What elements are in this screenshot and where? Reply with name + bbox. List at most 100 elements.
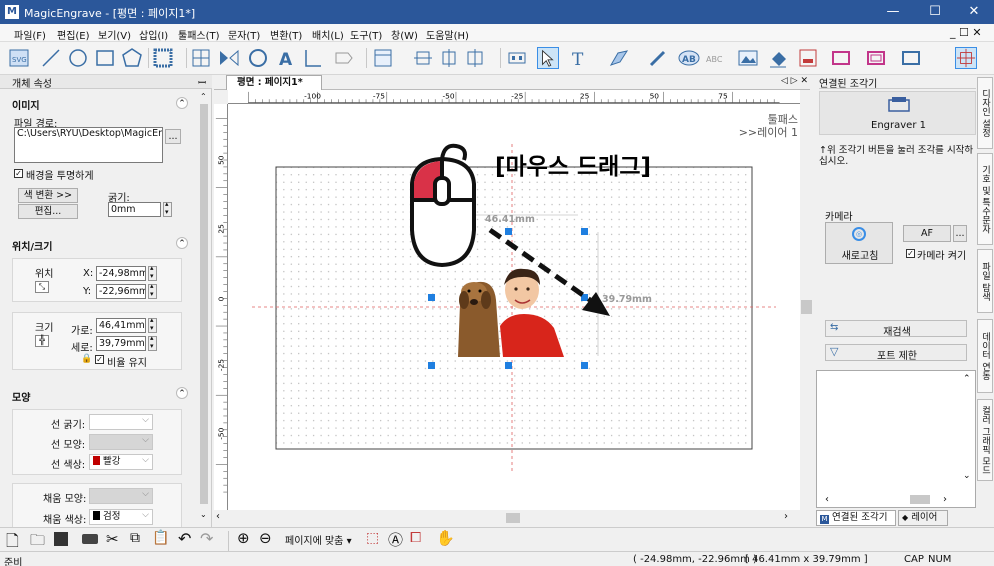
abc-text-icon[interactable]: ABC [705, 47, 727, 69]
barcode-tool-icon[interactable] [152, 47, 174, 69]
ab-text-icon[interactable]: AB [678, 47, 700, 69]
camera-options-button[interactable]: ... [953, 225, 967, 242]
menu-arrange[interactable]: 배치(L) [312, 27, 344, 42]
group-icon[interactable] [506, 47, 528, 69]
x-spinner[interactable] [148, 264, 157, 281]
pin-icon[interactable]: ꟷ [198, 75, 206, 89]
y-spinner[interactable] [148, 282, 157, 299]
frame-2-icon[interactable] [865, 47, 887, 69]
distribute-icon[interactable] [464, 47, 486, 69]
size-anchor-icon[interactable]: ╬ [35, 335, 49, 347]
fill-color-dropdown[interactable]: 검정 [89, 508, 153, 525]
line-tool-icon[interactable] [40, 47, 62, 69]
line-color-dropdown[interactable]: 빨강 [89, 453, 153, 470]
zoom-all-icon[interactable]: Ⓐ [388, 529, 403, 550]
list-scroll-left-icon[interactable]: ‹ [825, 494, 829, 505]
frame-1-icon[interactable] [830, 47, 852, 69]
crosshair-icon[interactable] [955, 47, 977, 69]
list-scroll-right-icon[interactable]: › [943, 494, 947, 505]
minimize-button[interactable]: — [873, 0, 913, 24]
rectangle-tool-icon[interactable] [94, 47, 116, 69]
x-field[interactable]: -24,98mm [96, 266, 146, 281]
canvas-vertical-scrollbar[interactable] [800, 90, 813, 510]
fill-pattern-icon[interactable] [608, 47, 630, 69]
align-left-icon[interactable] [412, 47, 434, 69]
copy-icon[interactable]: ⧉ [130, 530, 140, 546]
height-spinner[interactable] [148, 334, 157, 351]
engrave-icon[interactable] [797, 47, 819, 69]
pan-hand-icon[interactable]: ✋ [436, 529, 455, 547]
shape-tool-icon[interactable] [333, 47, 355, 69]
ellipse-tool-icon[interactable] [67, 47, 89, 69]
image-icon[interactable] [737, 47, 759, 69]
menu-edit[interactable]: 편집(E) [57, 27, 90, 42]
eraser-icon[interactable] [767, 47, 789, 69]
pen-tool-icon[interactable] [647, 47, 669, 69]
canvas-horizontal-scrollbar[interactable]: ‹ › [214, 510, 800, 526]
grid-tool-icon[interactable] [190, 47, 212, 69]
print-icon[interactable] [82, 534, 98, 544]
close-button[interactable]: ✕ [954, 0, 994, 24]
tab-symbols[interactable]: 기호 및 특수문자 [977, 153, 993, 245]
width-spinner[interactable] [148, 316, 157, 333]
table-tool-icon[interactable] [372, 47, 394, 69]
list-scroll-down-icon[interactable]: ⌄ [963, 471, 971, 481]
tab-connected-engravers[interactable]: M 연결된 조각기 [816, 510, 896, 526]
file-path-field[interactable]: C:\Users\RYU\Desktop\MagicEngrave\BOY.jp… [14, 127, 163, 163]
engraver-1-button[interactable]: Engraver 1 [819, 91, 976, 135]
collapse-shape-icon[interactable]: ⌃ [176, 387, 188, 399]
line-shape-dropdown[interactable] [89, 433, 153, 450]
paste-icon[interactable]: 📋 [152, 530, 169, 546]
tab-page1[interactable]: 평면 : 페이지1* [226, 75, 322, 90]
camera-on-checkbox[interactable]: ✓ [906, 249, 915, 258]
angle-tool-icon[interactable] [302, 47, 324, 69]
zoom-page-icon[interactable]: ⧠ [410, 530, 421, 546]
redo-icon[interactable]: ↷ [200, 529, 213, 548]
text-tool-icon[interactable]: T [568, 47, 590, 69]
rescan-button[interactable]: ⇆ 재검색 [825, 320, 967, 338]
anchor-point-icon[interactable]: ⤡ [35, 281, 49, 293]
left-panel-scrollbar[interactable]: ⌃ ⌄ [198, 90, 210, 522]
polygon-tool-icon[interactable] [121, 47, 143, 69]
maximize-button[interactable]: ☐ [915, 0, 955, 24]
menu-file[interactable]: 파일(F) [14, 27, 46, 42]
collapse-position-icon[interactable]: ⌃ [176, 237, 188, 249]
transparent-bg-checkbox[interactable]: ✓ [14, 169, 23, 178]
undo-icon[interactable]: ↶ [178, 529, 191, 548]
tab-color-graphic-mode[interactable]: 컬러 그래픽 모드 [977, 399, 993, 481]
list-scroll-up-icon[interactable]: ⌃ [963, 374, 971, 384]
menu-text[interactable]: 문자(T) [228, 27, 260, 42]
rotate-tool-icon[interactable] [247, 47, 269, 69]
cut-icon[interactable]: ✂ [106, 530, 119, 548]
collapse-image-icon[interactable]: ⌃ [176, 97, 188, 109]
fill-shape-dropdown[interactable] [89, 487, 153, 504]
port-limit-button[interactable]: ▽ 포트 제한 [825, 344, 967, 362]
zoom-in-icon[interactable]: ⊕ [237, 529, 250, 547]
menu-insert[interactable]: 삽입(I) [139, 27, 168, 42]
tab-data-link[interactable]: 데이터 연동 [977, 319, 993, 393]
y-field[interactable]: -22,96mm [96, 284, 146, 299]
thickness-spinner[interactable] [163, 200, 172, 217]
refresh-button[interactable]: ◎ 새로고침 [825, 222, 893, 264]
keep-ratio-checkbox[interactable]: ✓ [95, 355, 104, 364]
height-field[interactable]: 39,79mm [96, 336, 146, 351]
tab-file-browser[interactable]: 파일 탐색 [977, 249, 993, 313]
tab-layers[interactable]: ◆ 레이어 [898, 510, 948, 526]
mirror-tool-icon[interactable] [218, 47, 240, 69]
browse-button[interactable]: ... [165, 129, 181, 144]
text-outline-icon[interactable]: A [275, 47, 297, 69]
design-canvas[interactable]: 툴패스 >>레이어 1 46.41mm 39.79mm [마우스 드래그] [228, 104, 800, 510]
svg-import-icon[interactable]: SVG [8, 47, 30, 69]
color-convert-button[interactable]: 색 변환 >> [18, 188, 78, 203]
zoom-fit-dropdown[interactable]: 페이지에 맞춤 ▾ [285, 532, 352, 547]
zoom-selection-icon[interactable]: ⬚ [366, 530, 379, 546]
align-center-icon[interactable] [438, 47, 460, 69]
tab-navigation[interactable]: ◁ ▷ ✕ [781, 76, 808, 86]
width-field[interactable]: 46,41mm [96, 318, 146, 333]
menu-view[interactable]: 보기(V) [98, 27, 131, 42]
menu-toolpath[interactable]: 툴패스(T) [178, 27, 220, 42]
menu-transform[interactable]: 변환(T) [270, 27, 302, 42]
frame-3-icon[interactable] [900, 47, 922, 69]
thickness-field[interactable]: 0mm [108, 202, 161, 217]
save-icon[interactable] [54, 532, 68, 546]
